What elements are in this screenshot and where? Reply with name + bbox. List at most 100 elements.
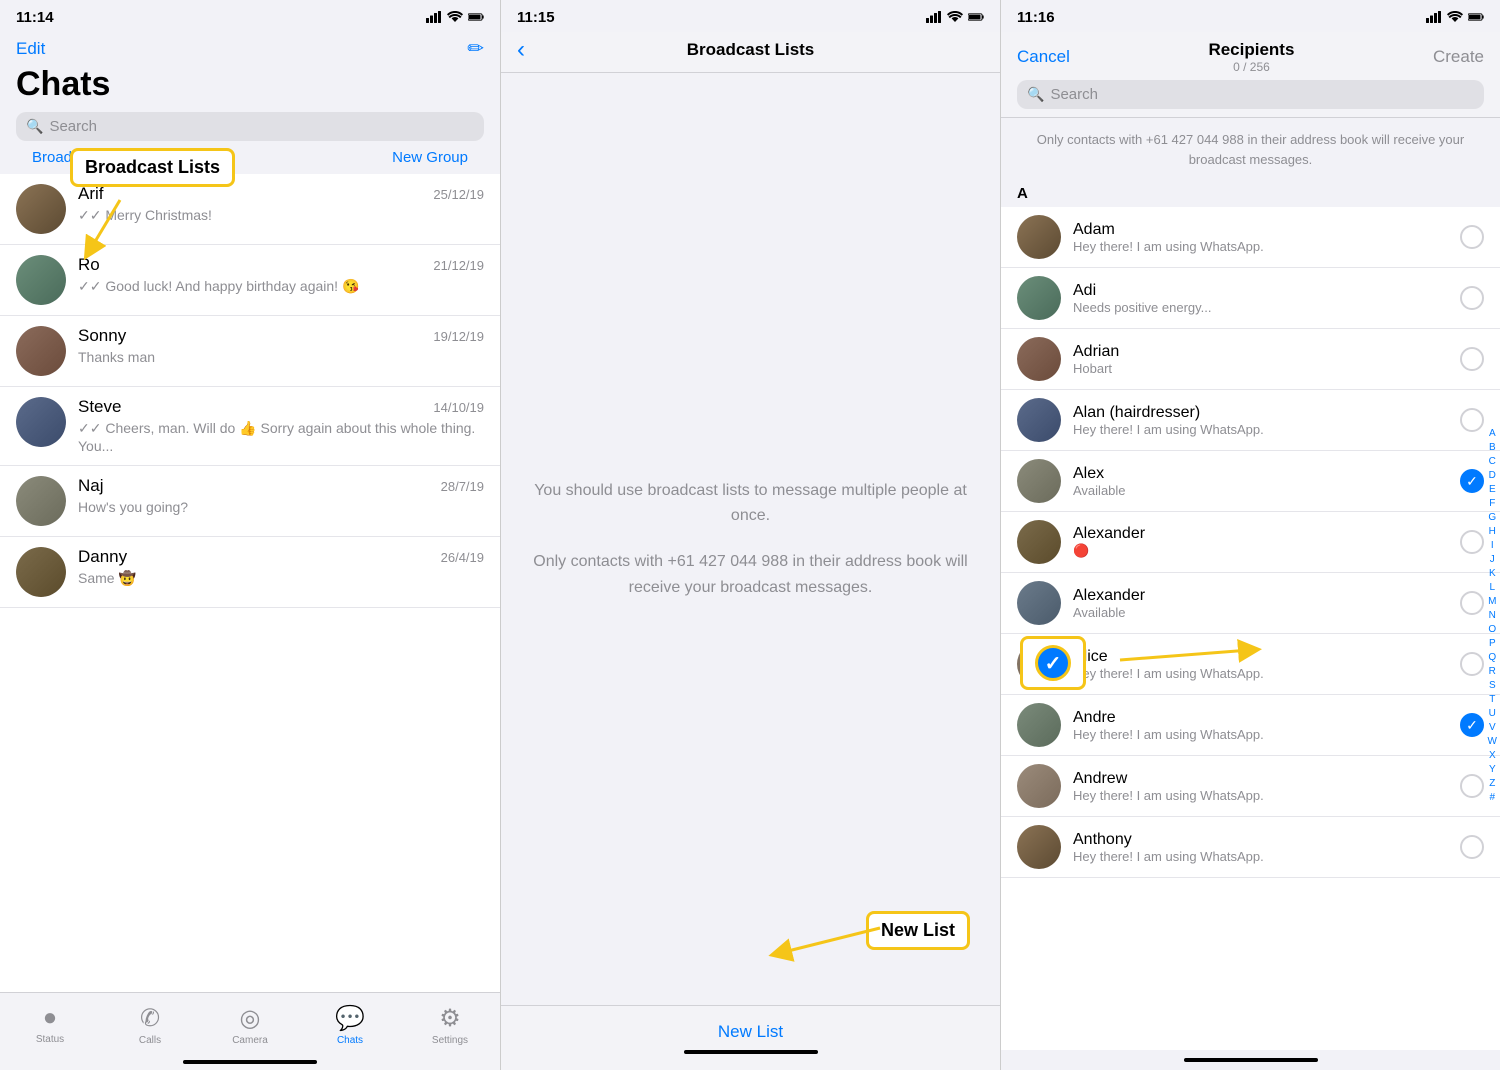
annotation-arrow-2 — [780, 898, 900, 958]
contact-status: Available — [1073, 605, 1448, 620]
contact-item[interactable]: Alex Available ✓ — [1001, 451, 1500, 512]
tab-item-chats[interactable]: 💬 Chats — [300, 1004, 400, 1046]
alpha-letter-k[interactable]: K — [1488, 567, 1497, 580]
contact-select-circle[interactable] — [1460, 347, 1484, 371]
chat-item[interactable]: Steve 14/10/19 ✓✓ Cheers, man. Will do 👍… — [0, 387, 500, 466]
contact-name: Alexander — [1073, 587, 1448, 605]
contact-select-circle[interactable] — [1460, 652, 1484, 676]
contact-info: Adam Hey there! I am using WhatsApp. — [1073, 221, 1448, 254]
contact-select-circle[interactable] — [1460, 591, 1484, 615]
chat-item[interactable]: Naj 28/7/19 How's you going? — [0, 466, 500, 537]
contact-item[interactable]: Alexander 🔴 — [1001, 512, 1500, 573]
new-group-link[interactable]: New Group — [392, 149, 468, 166]
alpha-letter-t[interactable]: T — [1488, 693, 1497, 706]
wifi-icon-3 — [1447, 11, 1463, 23]
contact-select-circle[interactable] — [1460, 408, 1484, 432]
status-time-2: 11:15 — [517, 9, 555, 26]
chat-name-row: Naj 28/7/19 — [78, 476, 484, 496]
alpha-letter-y[interactable]: Y — [1488, 763, 1497, 776]
contacts-list: A Adam Hey there! I am using WhatsApp. A… — [1001, 181, 1500, 1050]
cancel-button[interactable]: Cancel — [1017, 47, 1070, 67]
recipients-search-bar[interactable]: 🔍 Search — [1017, 80, 1484, 109]
chat-item[interactable]: Ro 21/12/19 ✓✓ Good luck! And happy birt… — [0, 245, 500, 316]
home-indicator-3 — [1184, 1058, 1318, 1062]
tab-item-status[interactable]: ● Status — [0, 1004, 100, 1045]
back-button[interactable]: ‹ — [517, 36, 525, 64]
alpha-letter-#[interactable]: # — [1488, 791, 1497, 804]
alpha-letter-i[interactable]: I — [1488, 539, 1497, 552]
chat-item[interactable]: Sonny 19/12/19 Thanks man — [0, 316, 500, 387]
broadcast-message-1: You should use broadcast lists to messag… — [531, 478, 970, 529]
alpha-letter-g[interactable]: G — [1488, 511, 1497, 524]
contact-select-circle[interactable] — [1460, 286, 1484, 310]
alpha-letter-f[interactable]: F — [1488, 497, 1497, 510]
search-placeholder: Search — [49, 118, 97, 135]
alpha-letter-e[interactable]: E — [1488, 483, 1497, 496]
new-list-button[interactable]: New List — [718, 1022, 783, 1041]
contact-avatar — [1017, 337, 1061, 381]
alpha-letter-q[interactable]: Q — [1488, 651, 1497, 664]
contact-item[interactable]: Adi Needs positive energy... — [1001, 268, 1500, 329]
alpha-letter-h[interactable]: H — [1488, 525, 1497, 538]
contact-name: Andre — [1073, 709, 1448, 727]
contact-item[interactable]: Andrew Hey there! I am using WhatsApp. — [1001, 756, 1500, 817]
section-letter-a: A — [1017, 185, 1028, 202]
contact-item[interactable]: Adam Hey there! I am using WhatsApp. — [1001, 207, 1500, 268]
alpha-letter-b[interactable]: B — [1488, 441, 1497, 454]
alpha-letter-l[interactable]: L — [1488, 581, 1497, 594]
alpha-letter-r[interactable]: R — [1488, 665, 1497, 678]
contact-avatar — [1017, 459, 1061, 503]
contact-item[interactable]: Anthony Hey there! I am using WhatsApp. — [1001, 817, 1500, 878]
contact-item[interactable]: Andre Hey there! I am using WhatsApp. ✓ — [1001, 695, 1500, 756]
alpha-letter-v[interactable]: V — [1488, 721, 1497, 734]
contact-avatar — [1017, 215, 1061, 259]
chat-avatar — [16, 476, 66, 526]
create-button[interactable]: Create — [1433, 47, 1484, 67]
alpha-letter-u[interactable]: U — [1488, 707, 1497, 720]
contact-avatar — [1017, 276, 1061, 320]
contact-select-circle[interactable]: ✓ — [1460, 713, 1484, 737]
compose-button[interactable]: ✏ — [467, 36, 484, 61]
status-bar-1: 11:14 — [0, 0, 500, 32]
chats-search-bar[interactable]: 🔍 Search — [16, 112, 484, 141]
alpha-letter-m[interactable]: M — [1488, 595, 1497, 608]
tab-item-camera[interactable]: ◎ Camera — [200, 1004, 300, 1046]
contacts-container: Adam Hey there! I am using WhatsApp. Adi… — [1001, 207, 1500, 878]
alpha-letter-p[interactable]: P — [1488, 637, 1497, 650]
alpha-letter-j[interactable]: J — [1488, 553, 1497, 566]
alpha-letter-w[interactable]: W — [1488, 735, 1497, 748]
alpha-letter-x[interactable]: X — [1488, 749, 1497, 762]
status-bar-2: 11:15 — [501, 0, 1000, 32]
contact-item[interactable]: Alexander Available — [1001, 573, 1500, 634]
signal-icon-2 — [926, 11, 942, 23]
alpha-letter-s[interactable]: S — [1488, 679, 1497, 692]
chat-preview: Same 🤠 — [78, 569, 484, 587]
chat-content: Naj 28/7/19 How's you going? — [78, 476, 484, 516]
alpha-letter-o[interactable]: O — [1488, 623, 1497, 636]
alpha-letter-d[interactable]: D — [1488, 469, 1497, 482]
contact-select-circle[interactable] — [1460, 835, 1484, 859]
alpha-letter-z[interactable]: Z — [1488, 777, 1497, 790]
edit-button[interactable]: Edit — [16, 39, 45, 59]
chat-item[interactable]: Danny 26/4/19 Same 🤠 — [0, 537, 500, 608]
contact-select-circle[interactable]: ✓ — [1460, 469, 1484, 493]
contact-status: Hobart — [1073, 361, 1448, 376]
contact-status: Hey there! I am using WhatsApp. — [1073, 788, 1448, 803]
wifi-icon-2 — [947, 11, 963, 23]
tab-item-settings[interactable]: ⚙ Settings — [400, 1004, 500, 1046]
contact-name: Alan (hairdresser) — [1073, 404, 1448, 422]
battery-icon-2 — [968, 11, 984, 23]
alpha-letter-a[interactable]: A — [1488, 427, 1497, 440]
contact-select-circle[interactable] — [1460, 530, 1484, 554]
annotation-broadcast-lists: Broadcast Lists — [70, 148, 235, 187]
alpha-letter-c[interactable]: C — [1488, 455, 1497, 468]
contact-status: Hey there! I am using WhatsApp. — [1073, 239, 1448, 254]
contact-select-circle[interactable] — [1460, 774, 1484, 798]
alpha-letter-n[interactable]: N — [1488, 609, 1497, 622]
contact-item[interactable]: Adrian Hobart — [1001, 329, 1500, 390]
chat-preview: Thanks man — [78, 348, 484, 366]
contact-select-circle[interactable] — [1460, 225, 1484, 249]
tab-item-calls[interactable]: ✆ Calls — [100, 1004, 200, 1046]
tab-icon-chats: 💬 — [335, 1004, 365, 1033]
contact-item[interactable]: Alan (hairdresser) Hey there! I am using… — [1001, 390, 1500, 451]
